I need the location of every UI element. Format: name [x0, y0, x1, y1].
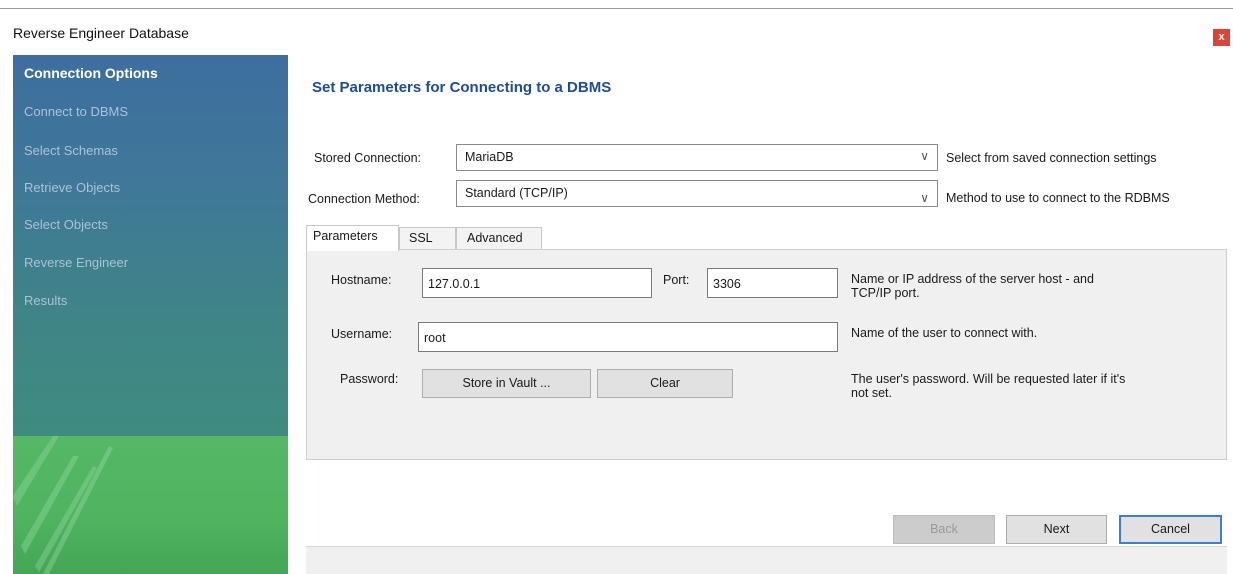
store-in-vault-button[interactable]: Store in Vault ... — [422, 369, 591, 398]
username-input[interactable]: root — [418, 322, 838, 352]
step-retrieve-objects: Retrieve Objects — [24, 180, 121, 195]
step-results: Results — [24, 293, 68, 308]
password-hint: The user's password. Will be requested l… — [851, 372, 1125, 400]
username-hint: Name of the user to connect with. — [851, 326, 1038, 340]
password-hint-line1: The user's password. Will be requested l… — [851, 372, 1126, 386]
hostname-label: Hostname: — [331, 273, 392, 287]
connection-method-value: Standard (TCP/IP) — [465, 186, 568, 200]
next-button[interactable]: Next — [1006, 515, 1107, 544]
tab-parameters-label: Parameters — [313, 229, 378, 243]
chevron-down-icon: ∨ — [920, 191, 929, 205]
stored-connection-hint: Select from saved connection settings — [946, 151, 1157, 165]
connection-method-select[interactable]: Standard (TCP/IP) ∨ — [456, 180, 938, 207]
connection-method-hint: Method to use to connect to the RDBMS — [946, 191, 1170, 205]
step-reverse-engineer: Reverse Engineer — [24, 255, 129, 270]
connection-method-label: Connection Method: — [308, 192, 420, 206]
hostname-port-hint: Name or IP address of the server host - … — [851, 272, 1094, 300]
chevron-down-icon: ∨ — [920, 149, 929, 163]
back-button[interactable]: Back — [893, 515, 995, 544]
stored-connection-select[interactable]: MariaDB ∨ — [456, 144, 938, 171]
page-heading: Set Parameters for Connecting to a DBMS — [312, 79, 612, 96]
password-label: Password: — [340, 372, 399, 386]
cancel-button[interactable]: Cancel — [1119, 515, 1222, 544]
hostname-value: 127.0.0.1 — [428, 277, 481, 291]
step-connect-to-dbms: Connect to DBMS — [24, 104, 129, 119]
stored-connection-value: MariaDB — [465, 150, 514, 164]
hostname-input[interactable]: 127.0.0.1 — [422, 268, 652, 298]
port-value: 3306 — [713, 277, 741, 291]
hostname-port-hint-line1: Name or IP address of the server host - … — [851, 272, 1094, 286]
password-hint-line2: not set. — [851, 386, 892, 400]
tab-advanced-label: Advanced — [467, 231, 523, 245]
step-connection-options: Connection Options — [24, 65, 158, 81]
wizard-steps-sidebar: Connection Options Connect to DBMS Selec… — [13, 55, 288, 574]
port-label: Port: — [663, 273, 690, 287]
stored-connection-label: Stored Connection: — [314, 151, 422, 165]
username-value: root — [424, 331, 446, 345]
username-label: Username: — [331, 327, 393, 341]
tab-ssl-label: SSL — [409, 231, 433, 245]
sidebar-streaks-graphic — [13, 436, 113, 574]
clear-password-button[interactable]: Clear — [597, 369, 733, 398]
hostname-port-hint-line2: TCP/IP port. — [851, 286, 920, 300]
close-icon: x — [1218, 31, 1225, 43]
window-title: Reverse Engineer Database — [13, 25, 189, 41]
port-input[interactable]: 3306 — [707, 268, 838, 298]
close-button[interactable]: x — [1213, 29, 1230, 46]
bottom-status-area — [306, 546, 1227, 574]
step-select-objects: Select Objects — [24, 217, 108, 232]
step-select-schemas: Select Schemas — [24, 143, 118, 158]
